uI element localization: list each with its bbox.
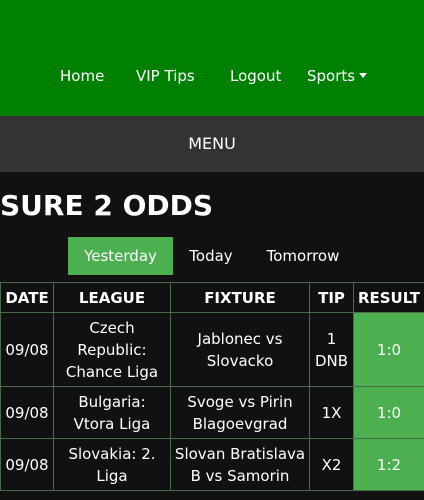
nav-vip-tips-link[interactable]: VIP Tips — [136, 64, 195, 88]
header-league: LEAGUE — [53, 282, 171, 313]
cell-fixture: Slovan Bratislava B vs Samorin — [170, 438, 310, 491]
header-tip: TIP — [309, 282, 354, 313]
caret-down-icon — [359, 73, 368, 78]
tips-table: DATE LEAGUE FIXTURE TIP RESULT 09/08 Cze… — [0, 282, 424, 491]
tab-tomorrow[interactable]: Tomorrow — [254, 237, 352, 275]
nav-logout-link[interactable]: Logout — [230, 64, 281, 88]
cell-result: 1:2 — [353, 438, 424, 491]
page-title: SURE 2 ODDS — [0, 189, 214, 222]
cell-date: 09/08 — [0, 386, 54, 439]
cell-tip: 1X — [309, 386, 354, 439]
cell-league: Bulgaria: Vtora Liga — [53, 386, 171, 439]
tab-yesterday[interactable]: Yesterday — [68, 237, 173, 275]
cell-league: Czech Republic: Chance Liga — [53, 312, 171, 387]
table-row: 09/08 Slovakia: 2. Liga Slovan Bratislav… — [0, 438, 424, 491]
cell-league: Slovakia: 2. Liga — [53, 438, 171, 491]
menu-bar[interactable]: MENU — [0, 116, 424, 172]
table-header-row: DATE LEAGUE FIXTURE TIP RESULT — [0, 282, 424, 313]
menu-toggle-label[interactable]: MENU — [0, 116, 424, 172]
header-fixture: FIXTURE — [170, 282, 310, 313]
nav-home-link[interactable]: Home — [60, 64, 104, 88]
nav-sports-dropdown[interactable]: Sports — [307, 64, 368, 88]
header-date: DATE — [0, 282, 54, 313]
top-header: Home VIP Tips Logout Sports — [0, 0, 424, 116]
cell-fixture: Jablonec vs Slovacko — [170, 312, 310, 387]
table-row: 09/08 Bulgaria: Vtora Liga Svoge vs Piri… — [0, 386, 424, 439]
top-nav: Home VIP Tips Logout Sports — [0, 64, 424, 88]
day-tabs: Yesterday Today Tomorrow — [0, 237, 424, 275]
cell-result: 1:0 — [353, 386, 424, 439]
cell-result: 1:0 — [353, 312, 424, 387]
cell-date: 09/08 — [0, 312, 54, 387]
nav-sports-label: Sports — [307, 67, 356, 85]
tab-today[interactable]: Today — [179, 237, 243, 275]
cell-fixture: Svoge vs Pirin Blagoevgrad — [170, 386, 310, 439]
header-result: RESULT — [353, 282, 424, 313]
cell-tip: X2 — [309, 438, 354, 491]
table-row: 09/08 Czech Republic: Chance Liga Jablon… — [0, 312, 424, 387]
cell-tip: 1 DNB — [309, 312, 354, 387]
cell-date: 09/08 — [0, 438, 54, 491]
